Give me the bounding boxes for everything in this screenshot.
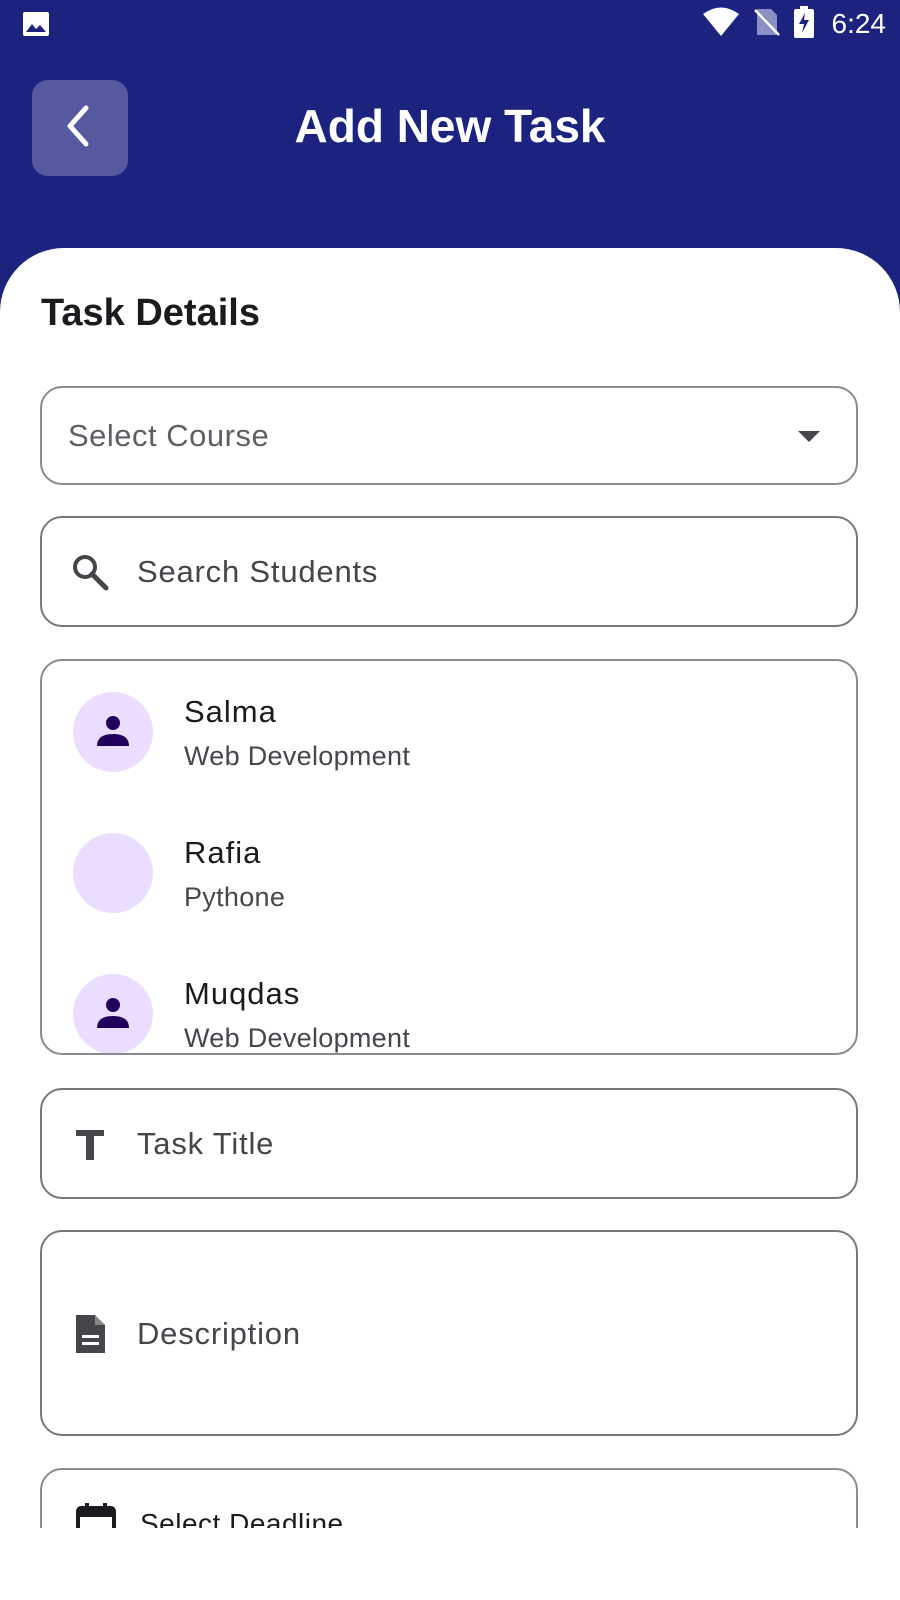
person-icon [95, 712, 131, 753]
wifi-icon [702, 7, 740, 42]
document-icon [68, 1312, 112, 1356]
image-icon [22, 11, 50, 37]
student-item-muqdas[interactable]: Muqdas Web Development [42, 943, 856, 1053]
no-sim-icon [753, 7, 780, 42]
avatar [73, 692, 153, 772]
student-name: Salma [184, 694, 277, 729]
student-course: Pythone [184, 882, 286, 912]
task-title-input[interactable]: Task Title [40, 1088, 858, 1199]
description-placeholder: Description [137, 1316, 301, 1351]
course-select-placeholder: Select Course [68, 418, 270, 453]
course-select[interactable]: Select Course [40, 386, 858, 485]
avatar [73, 833, 153, 913]
student-course: Web Development [184, 741, 411, 771]
form-sheet: Task Details Select Course Search Studen… [0, 248, 900, 1600]
status-time: 6:24 [831, 8, 887, 39]
page-title: Add New Task [294, 100, 606, 152]
student-course: Web Development [184, 1023, 411, 1053]
student-item-salma[interactable]: Salma Web Development [42, 661, 856, 805]
dropdown-arrow-icon [798, 431, 820, 442]
text-format-icon [68, 1122, 112, 1166]
search-placeholder: Search Students [137, 554, 379, 589]
student-name: Muqdas [184, 976, 301, 1011]
battery-charging-icon [793, 5, 814, 43]
student-item-rafia[interactable]: Rafia Pythone [42, 802, 856, 946]
search-icon [68, 550, 112, 594]
person-icon [95, 994, 131, 1035]
description-input[interactable]: Description [40, 1230, 858, 1436]
bottom-edge [0, 1528, 900, 1600]
screen: 6:24 Add New Task Task Details Select Co… [0, 0, 900, 1600]
section-title: Task Details [41, 292, 260, 334]
app-bar: Add New Task [0, 48, 900, 248]
status-icons: 6:24 [702, 5, 887, 43]
status-bar: 6:24 [0, 0, 900, 48]
student-list[interactable]: Salma Web Development Rafia Pythone Muqd… [40, 659, 858, 1055]
task-title-placeholder: Task Title [137, 1126, 275, 1161]
avatar [73, 974, 153, 1053]
student-name: Rafia [184, 835, 262, 870]
search-students-input[interactable]: Search Students [40, 516, 858, 627]
